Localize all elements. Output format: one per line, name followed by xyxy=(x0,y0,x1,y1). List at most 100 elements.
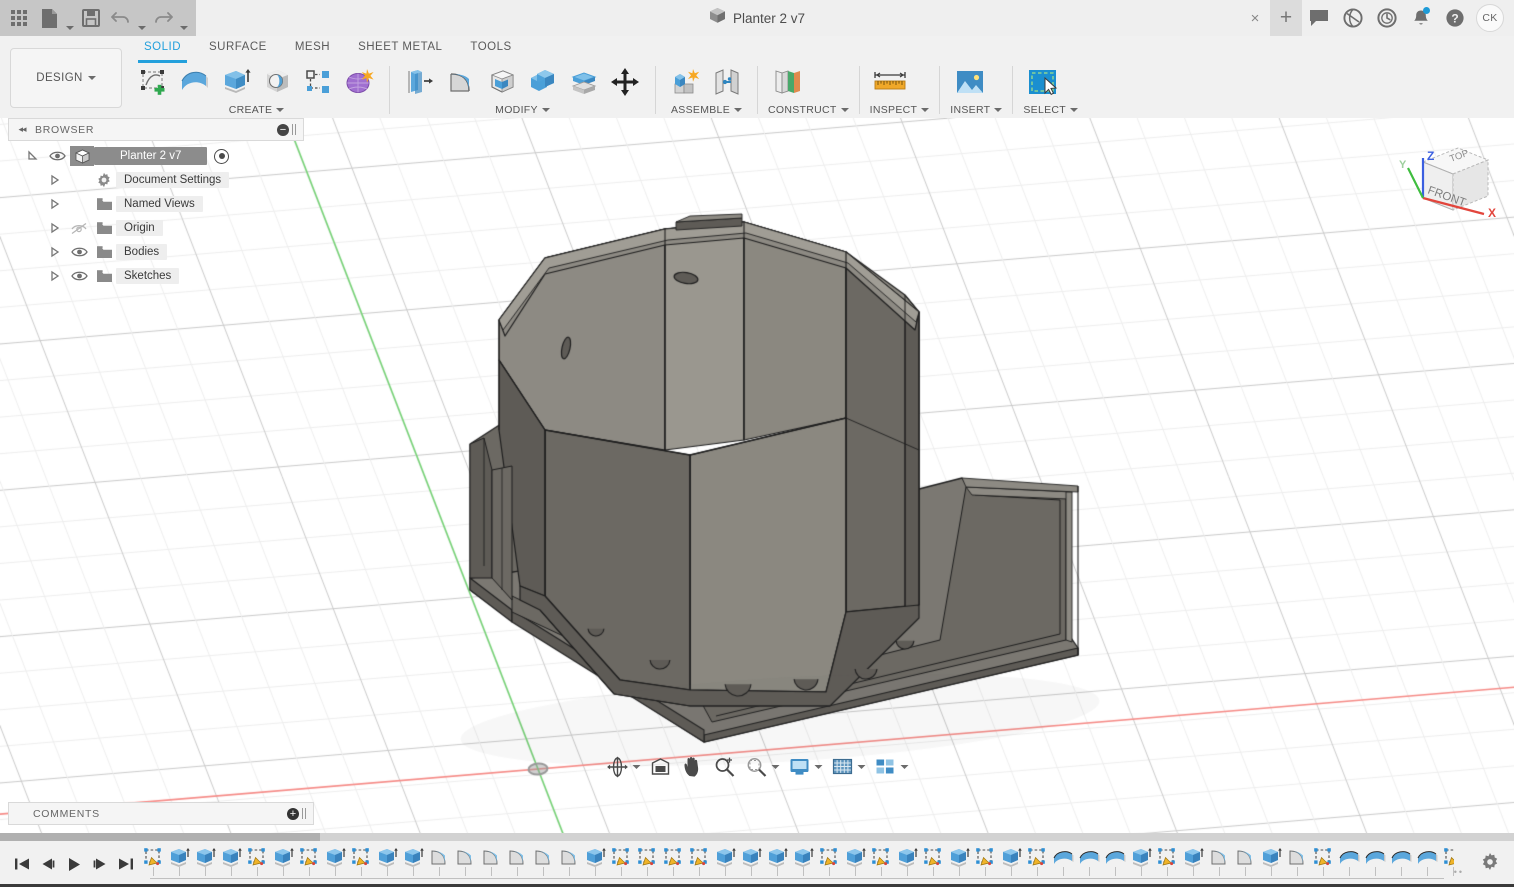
chevron-down-icon[interactable] xyxy=(813,765,824,769)
zoom-button[interactable] xyxy=(709,753,741,781)
fit-icon[interactable] xyxy=(744,754,770,780)
move-copy-icon[interactable] xyxy=(605,62,645,102)
grid-snaps-icon[interactable] xyxy=(830,754,856,780)
activate-radio-icon[interactable] xyxy=(214,149,229,164)
select-window-icon[interactable] xyxy=(1023,62,1063,102)
support-icon[interactable] xyxy=(1336,0,1370,36)
redo-caret-icon[interactable] xyxy=(178,0,190,37)
tree-item-bodies[interactable]: Bodies xyxy=(8,240,304,264)
expand-triangle-icon[interactable] xyxy=(44,198,66,210)
collapse-left-icon[interactable]: ◂◂ xyxy=(13,124,31,135)
expand-triangle-icon[interactable] xyxy=(44,246,66,258)
eye-visible-icon[interactable] xyxy=(66,270,92,282)
view-cube[interactable]: TOP FRONT Z X Y xyxy=(1396,136,1500,232)
zoom-icon[interactable] xyxy=(712,754,738,780)
display-settings-button[interactable] xyxy=(784,753,827,781)
pattern-icon[interactable] xyxy=(298,62,338,102)
orbit-button[interactable] xyxy=(602,753,645,781)
resize-grip-icon[interactable] xyxy=(292,124,299,135)
step-back-icon[interactable] xyxy=(36,849,60,879)
chevron-down-icon[interactable] xyxy=(631,765,642,769)
press-pull-icon[interactable] xyxy=(400,62,440,102)
tab-mesh[interactable]: MESH xyxy=(281,36,344,60)
undo-icon[interactable] xyxy=(106,3,136,33)
play-icon[interactable] xyxy=(62,849,86,879)
fit-button[interactable] xyxy=(741,753,784,781)
grid-snaps-button[interactable] xyxy=(827,753,870,781)
tree-item-named-views[interactable]: Named Views xyxy=(8,192,304,216)
insert-image-icon[interactable] xyxy=(950,62,990,102)
combine-icon[interactable] xyxy=(523,62,563,102)
tree-root-row[interactable]: Planter 2 v7 xyxy=(8,144,304,168)
new-tab-icon[interactable]: + xyxy=(1270,0,1302,36)
step-forward-icon[interactable] xyxy=(88,849,112,879)
viewports-button[interactable] xyxy=(870,753,913,781)
tree-item-origin[interactable]: Origin xyxy=(8,216,304,240)
loft-icon[interactable] xyxy=(175,62,215,102)
timeline-settings-icon[interactable] xyxy=(1480,852,1500,877)
panel-select-label[interactable]: SELECT xyxy=(1023,102,1078,118)
viewports-icon[interactable] xyxy=(873,754,899,780)
add-comment-icon[interactable]: + xyxy=(287,808,299,820)
tab-sheet-metal[interactable]: SHEET METAL xyxy=(344,36,456,60)
redo-icon[interactable] xyxy=(148,3,178,33)
job-status-icon[interactable] xyxy=(1370,0,1404,36)
offset-face-icon[interactable] xyxy=(564,62,604,102)
measure-icon[interactable] xyxy=(870,62,910,102)
horizontal-scrollbar[interactable] xyxy=(0,833,1514,841)
chevron-down-icon[interactable] xyxy=(899,765,910,769)
grid-menu-icon[interactable] xyxy=(4,3,34,33)
new-component-icon[interactable] xyxy=(666,62,706,102)
avatar[interactable]: CK xyxy=(1476,4,1504,32)
panel-inspect-label[interactable]: INSPECT xyxy=(870,102,930,118)
eye-visible-icon[interactable] xyxy=(66,246,92,258)
jump-start-icon[interactable] xyxy=(10,849,34,879)
look-at-button[interactable] xyxy=(645,753,677,781)
comment-icon[interactable] xyxy=(1302,0,1336,36)
shell-icon[interactable] xyxy=(482,62,522,102)
jump-end-icon[interactable] xyxy=(114,849,138,879)
timeline-track[interactable] xyxy=(140,841,1454,887)
look-at-icon[interactable] xyxy=(648,754,674,780)
save-icon[interactable] xyxy=(76,3,106,33)
expanded-triangle-icon[interactable] xyxy=(22,150,44,162)
pan-button[interactable] xyxy=(677,753,709,781)
pan-icon[interactable] xyxy=(680,754,706,780)
viewport[interactable]: ◂◂ BROWSER − Planter 2 v7 xyxy=(0,118,1514,835)
panel-modify-label[interactable]: MODIFY xyxy=(400,102,645,118)
eye-visible-icon[interactable] xyxy=(44,150,70,162)
file-menu-caret-icon[interactable] xyxy=(64,0,76,37)
expand-triangle-icon[interactable] xyxy=(44,222,66,234)
display-settings-icon[interactable] xyxy=(787,754,813,780)
tab-tools[interactable]: TOOLS xyxy=(456,36,525,60)
file-icon[interactable] xyxy=(34,3,64,33)
chevron-down-icon[interactable] xyxy=(770,765,781,769)
expand-triangle-icon[interactable] xyxy=(44,270,66,282)
joint-icon[interactable] xyxy=(707,62,747,102)
fillet-icon[interactable] xyxy=(441,62,481,102)
notifications-icon[interactable] xyxy=(1404,0,1438,36)
tree-item-sketches[interactable]: Sketches xyxy=(8,264,304,288)
undo-caret-icon[interactable] xyxy=(136,0,148,37)
offset-plane-icon[interactable] xyxy=(768,62,808,102)
workspace-switcher[interactable]: DESIGN xyxy=(10,48,122,108)
minimize-icon[interactable]: − xyxy=(277,124,289,136)
orbit-icon[interactable] xyxy=(605,754,631,780)
panel-construct-label[interactable]: CONSTRUCT xyxy=(768,102,849,118)
extrude-icon[interactable] xyxy=(216,62,256,102)
form-icon[interactable] xyxy=(339,62,379,102)
tab-surface[interactable]: SURFACE xyxy=(195,36,281,60)
close-tab-icon[interactable]: × xyxy=(1240,0,1270,36)
eye-hidden-icon[interactable] xyxy=(66,222,92,235)
panel-assemble-label[interactable]: ASSEMBLE xyxy=(666,102,747,118)
chevron-down-icon[interactable] xyxy=(856,765,867,769)
new-sketch-icon[interactable] xyxy=(134,62,174,102)
revolve-icon[interactable] xyxy=(257,62,297,102)
help-icon[interactable]: ? xyxy=(1438,0,1472,36)
tree-item-document-settings[interactable]: Document Settings xyxy=(8,168,304,192)
panel-insert-label[interactable]: INSERT xyxy=(950,102,1002,118)
panel-create-label[interactable]: CREATE xyxy=(134,102,379,118)
tab-solid[interactable]: SOLID xyxy=(130,36,195,60)
resize-grip-icon[interactable] xyxy=(302,808,309,819)
expand-triangle-icon[interactable] xyxy=(44,174,66,186)
